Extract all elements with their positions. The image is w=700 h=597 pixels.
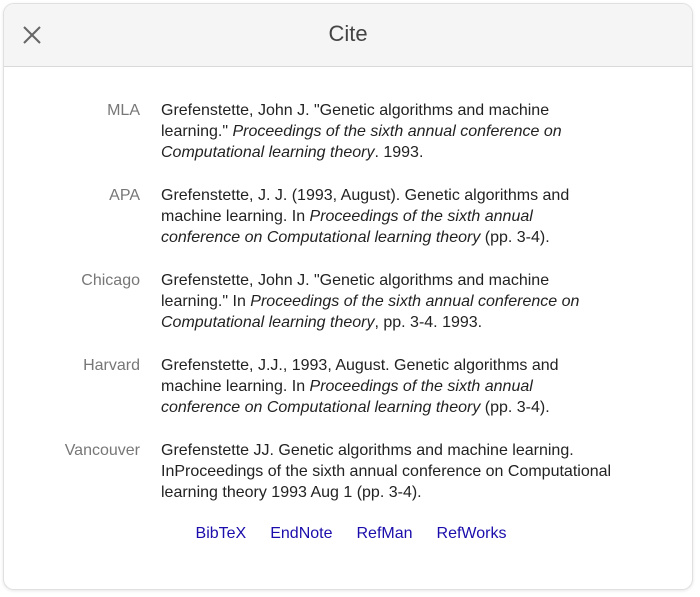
citation-part: , pp. 3-4. 1993.: [374, 314, 483, 331]
citation-label: Chicago: [81, 272, 140, 289]
citation-row-chicago: Chicago Grefenstette, John J. "Genetic a…: [4, 270, 692, 333]
citation-part: (pp. 3-4).: [480, 399, 550, 416]
citation-label: Harvard: [83, 357, 140, 374]
export-links: BibTeX EndNote RefMan RefWorks: [4, 525, 692, 543]
citation-text[interactable]: Grefenstette JJ. Genetic algorithms and …: [161, 440, 616, 503]
dialog-title: Cite: [328, 21, 368, 46]
citation-text[interactable]: Grefenstette, J. J. (1993, August). Gene…: [161, 185, 616, 248]
citations-list: MLA Grefenstette, John J. "Genetic algor…: [4, 67, 692, 543]
bibtex-link[interactable]: BibTeX: [196, 525, 247, 543]
endnote-link[interactable]: EndNote: [270, 525, 332, 543]
citation-text[interactable]: Grefenstette, John J. "Genetic algorithm…: [161, 270, 616, 333]
dialog-header: Cite: [4, 4, 692, 67]
citation-label: MLA: [107, 102, 140, 119]
cite-dialog: Cite MLA Grefenstette, John J. "Genetic …: [3, 3, 693, 590]
citation-part: . 1993.: [374, 144, 424, 161]
citation-row-harvard: Harvard Grefenstette, J.J., 1993, August…: [4, 355, 692, 418]
citation-part: (pp. 3-4).: [480, 229, 550, 246]
citation-row-mla: MLA Grefenstette, John J. "Genetic algor…: [4, 100, 692, 163]
citation-text[interactable]: Grefenstette, John J. "Genetic algorithm…: [161, 100, 616, 163]
citation-text[interactable]: Grefenstette, J.J., 1993, August. Geneti…: [161, 355, 616, 418]
refworks-link[interactable]: RefWorks: [437, 525, 507, 543]
citation-row-vancouver: Vancouver Grefenstette JJ. Genetic algor…: [4, 440, 692, 503]
citation-row-apa: APA Grefenstette, J. J. (1993, August). …: [4, 185, 692, 248]
citation-label: Vancouver: [64, 442, 140, 459]
refman-link[interactable]: RefMan: [357, 525, 413, 543]
citation-part: Grefenstette JJ. Genetic algorithms and …: [161, 442, 612, 501]
citation-label: APA: [109, 187, 140, 204]
